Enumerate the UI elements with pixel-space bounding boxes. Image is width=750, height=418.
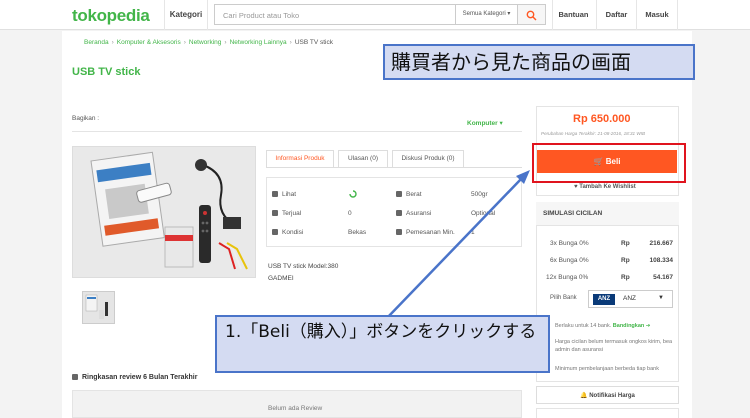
notifikasi-harga-button[interactable]: 🔔 Notifikasi Harga: [536, 386, 679, 404]
info-terjual-value: 0: [348, 210, 352, 217]
divider: [72, 131, 522, 132]
info-pemesanan: Pemesanan Min.: [396, 229, 455, 236]
info-berat-value: 500gr: [471, 191, 488, 198]
info-pemesanan-value: 1: [471, 229, 475, 236]
review-heading: Ringkasan review 6 Bulan Terakhir: [72, 374, 197, 381]
weight-icon: [396, 191, 402, 197]
product-thumbnail[interactable]: [82, 291, 115, 324]
order-cart-icon: [396, 229, 402, 235]
cicilan-row-amount: 108.334: [649, 257, 674, 264]
wishlist-link[interactable]: ♥ Tambah Ke Wishlist: [574, 184, 636, 190]
product-image[interactable]: [72, 146, 256, 278]
tokopedia-logo[interactable]: tokopedia: [72, 6, 150, 26]
cicilan-min-note: Minimum pembelanjaan berbeda tiap bank: [555, 366, 659, 372]
tab-diskusi-produk[interactable]: Diskusi Produk (0): [392, 150, 464, 168]
product-title: USB TV stick: [72, 66, 141, 78]
review-icon: [72, 374, 78, 380]
loading-spinner-icon: [349, 190, 357, 198]
cicilan-row-label: 3x Bunga 0%: [550, 240, 589, 247]
product-price: Rp 650.000: [573, 113, 631, 125]
bank-select-value: ANZ: [623, 295, 636, 302]
top-header: tokopedia Kategori Cari Product atau Tok…: [0, 0, 750, 30]
breadcrumb-networking[interactable]: Networking: [189, 39, 222, 46]
thumbnail-graphic: [83, 292, 114, 323]
instruction-callout: 1.「Beli（購入）」ボタンをクリックする: [215, 315, 550, 373]
cart-icon: [272, 210, 278, 216]
bank-select-label: Pilih Bank: [550, 295, 577, 301]
bell-icon: 🔔: [580, 392, 590, 399]
price-change-note: Perubahan Harga Terakhir: 21-08-2016, 18…: [541, 131, 646, 136]
eye-icon: [272, 191, 278, 197]
info-asuransi-value: Optional: [471, 210, 496, 217]
info-terjual: Terjual: [272, 210, 301, 217]
bank-count-note: Berlaku untuk 14 bank. Bandingkan ➔: [555, 323, 651, 329]
category-dropdown[interactable]: Komputer ▾: [467, 119, 503, 127]
cicilan-row-amount: 54.167: [653, 274, 673, 281]
beli-highlight-box: [532, 143, 686, 183]
cicilan-row-label: 12x Bunga 0%: [546, 274, 589, 281]
chevron-down-icon: ▼: [658, 295, 664, 301]
tab-underline: [266, 167, 522, 168]
nav-masuk[interactable]: Masuk: [636, 0, 678, 30]
shield-icon: [396, 210, 402, 216]
review-empty-text: Belum ada Review: [268, 405, 323, 412]
description-line-1: USB TV stick Model:380: [268, 263, 339, 270]
cicilan-row-amount: 216.667: [649, 240, 674, 247]
info-kondisi: Kondisi: [272, 229, 303, 236]
info-lihat: Lihat: [272, 191, 296, 198]
tab-informasi-produk[interactable]: Informasi Produk: [266, 150, 334, 168]
kategori-menu[interactable]: Kategori: [164, 0, 208, 30]
tab-ulasan[interactable]: Ulasan (0): [338, 150, 388, 168]
review-box: [72, 390, 522, 418]
cicilan-row-label: 6x Bunga 0%: [550, 257, 589, 264]
nav-daftar[interactable]: Daftar: [596, 0, 636, 30]
tag-icon: [272, 229, 278, 235]
bank-select[interactable]: ANZ ANZ ▼: [588, 290, 673, 308]
search-button[interactable]: [518, 4, 546, 25]
info-berat: Berat: [396, 191, 422, 198]
search-input[interactable]: Cari Product atau Toko: [214, 4, 456, 25]
search-category-select[interactable]: Semua Kategori ▾: [456, 4, 518, 25]
product-photo-graphic: [73, 147, 255, 277]
breadcrumb-networking-lainnya[interactable]: Networking Lainnya: [230, 39, 287, 46]
breadcrumb-komputer[interactable]: Komputer & Aksesoris: [117, 39, 181, 46]
info-kondisi-value: Bekas: [348, 229, 367, 236]
breadcrumb: Beranda › Komputer & Aksesoris › Networking ›…: [84, 39, 333, 46]
anz-logo-icon: ANZ: [593, 294, 615, 305]
sidebar-bottom-box: [536, 408, 679, 418]
screen-caption: 購買者から見た商品の画面: [383, 44, 695, 80]
cicilan-note: Harga cicilan belum termasuk ongkos kiri…: [555, 339, 673, 353]
nav-bantuan[interactable]: Bantuan: [552, 0, 594, 30]
info-asuransi: Asuransi: [396, 210, 431, 217]
search-icon: [526, 10, 537, 21]
description-line-2: GADMEI: [268, 275, 294, 282]
share-label: Bagikan :: [72, 115, 100, 122]
cicilan-heading: SIMULASI CICILAN: [536, 202, 679, 226]
breadcrumb-current: USB TV stick: [294, 39, 333, 46]
breadcrumb-beranda[interactable]: Beranda: [84, 39, 109, 46]
bandingkan-link[interactable]: Bandingkan ➔: [613, 323, 651, 329]
